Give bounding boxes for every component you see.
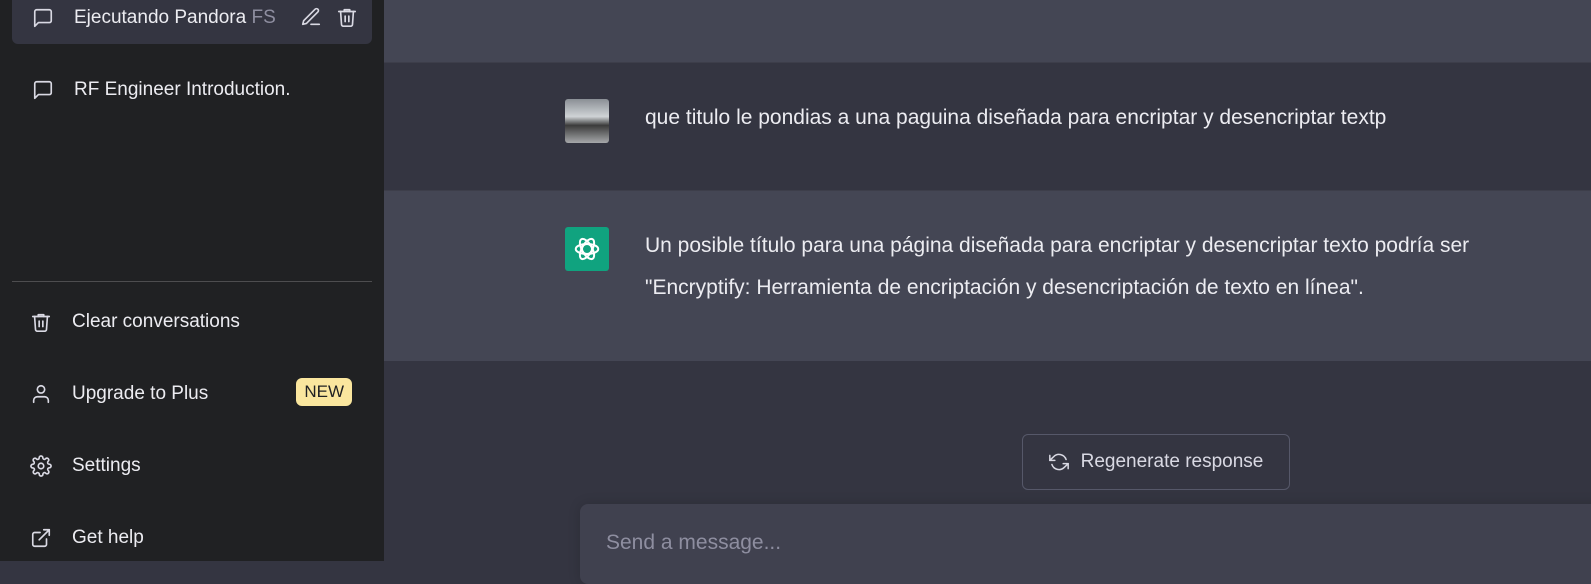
user-icon (30, 383, 52, 405)
regenerate-response-button[interactable]: Regenerate response (1022, 434, 1290, 490)
message-input-container (580, 504, 1591, 584)
message-input[interactable] (604, 526, 1508, 560)
trash-icon (30, 311, 52, 333)
clear-conversations-button[interactable]: Clear conversations (12, 298, 372, 346)
settings-button[interactable]: Settings (12, 442, 372, 490)
external-link-icon (30, 527, 52, 549)
user-message-row: que titulo le pondias a una paguina dise… (384, 63, 1591, 190)
conversation-title: RF Engineer Introduction. (74, 79, 291, 100)
assistant-message-row: Un posible título para una página diseña… (384, 191, 1591, 361)
previous-assistant-message (384, 0, 1591, 62)
user-message-text: que titulo le pondias a una paguina dise… (645, 106, 1387, 129)
conversation-title: Ejecutando Pandora FS (74, 7, 276, 28)
assistant-message-line-2: "Encryptify: Herramienta de encriptación… (645, 276, 1364, 299)
sidebar: Ejecutando Pandora FS RF Engineer Introd… (0, 0, 384, 561)
chat-bubble-icon (32, 79, 54, 101)
upgrade-label: Upgrade to Plus (72, 383, 209, 404)
regenerate-label: Regenerate response (1080, 451, 1264, 472)
get-help-button[interactable]: Get help (12, 514, 372, 562)
chat-bubble-icon (32, 7, 54, 29)
chatgpt-logo-icon (565, 227, 609, 271)
settings-label: Settings (72, 455, 141, 476)
upgrade-to-plus-button[interactable]: Upgrade to Plus NEW (12, 370, 372, 418)
conversation-item[interactable]: RF Engineer Introduction. (12, 64, 372, 116)
new-badge: NEW (296, 378, 352, 406)
edit-icon[interactable] (300, 6, 322, 28)
conversation-item-active[interactable]: Ejecutando Pandora FS (12, 0, 372, 44)
refresh-icon (1048, 452, 1069, 472)
delete-icon[interactable] (336, 6, 358, 28)
get-help-label: Get help (72, 527, 144, 548)
sidebar-divider (12, 281, 372, 282)
gear-icon (30, 455, 52, 477)
assistant-message-line-1: Un posible título para una página diseña… (645, 234, 1470, 257)
clear-conversations-label: Clear conversations (72, 311, 240, 332)
user-avatar (565, 99, 609, 143)
